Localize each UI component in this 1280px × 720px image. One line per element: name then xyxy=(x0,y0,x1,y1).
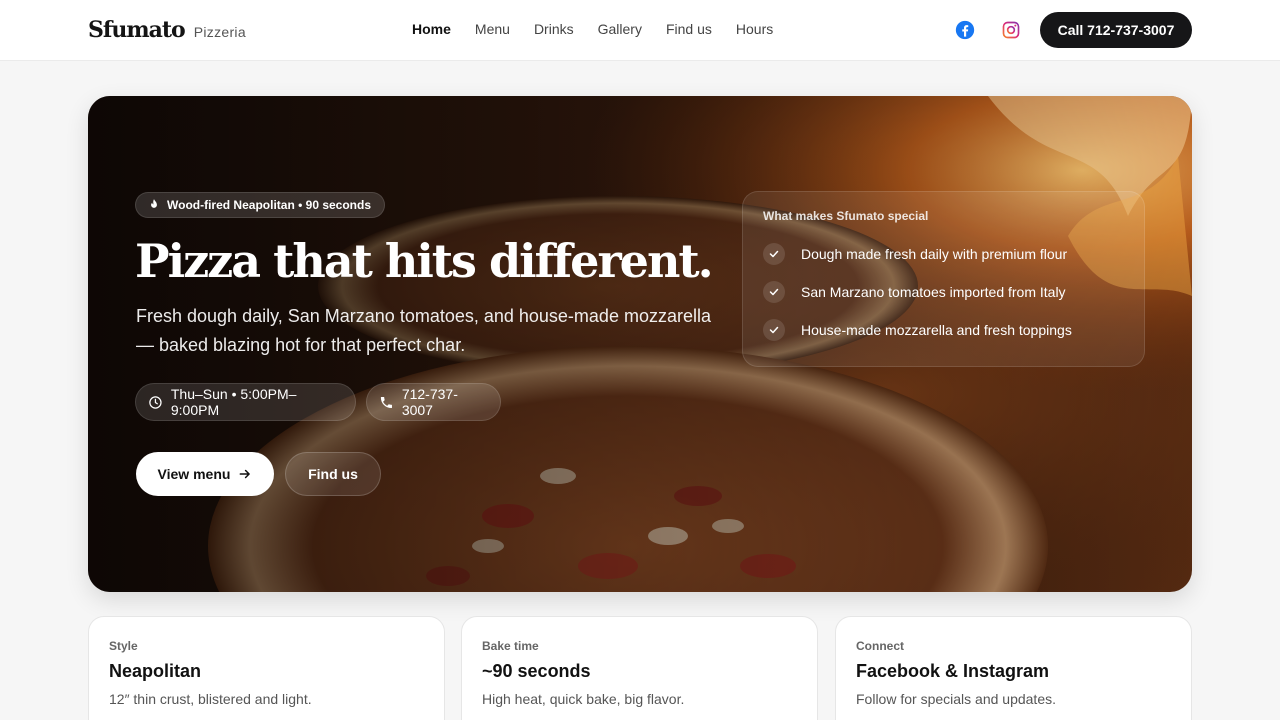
phone-text: 712-737-3007 xyxy=(401,386,458,418)
card-value: Facebook & Instagram xyxy=(856,661,1050,681)
nav-hours[interactable]: Hours xyxy=(736,21,773,37)
nav-drinks[interactable]: Drinks xyxy=(534,21,574,37)
special-item-text: House-made mozzarella and fresh toppings xyxy=(801,322,1072,338)
hero-subtitle: Fresh dough daily, San Marzano tomatoes,… xyxy=(136,306,711,355)
brand-tagline: Pizzeria xyxy=(193,24,246,40)
clock-icon xyxy=(149,395,162,409)
find-us-button[interactable]: Find us xyxy=(285,452,381,496)
brand-name: Sfumato xyxy=(88,17,186,43)
check-icon xyxy=(763,281,785,303)
phone-pill[interactable]: 712-737-3007 xyxy=(366,383,501,421)
hero-badge: Wood-fired Neapolitan • 90 seconds xyxy=(135,192,386,218)
card-value: Neapolitan xyxy=(109,661,202,681)
call-button[interactable]: Call 712-737-3007 xyxy=(1040,12,1192,48)
special-item: House-made mozzarella and fresh toppings xyxy=(763,319,1072,341)
hours-pill: Thu–Sun • 5:00PM–9:00PM xyxy=(135,383,356,421)
hero-title: Pizza that hits different. xyxy=(135,234,714,288)
card-description: High heat, quick bake, big flavor. xyxy=(482,691,685,707)
special-item-text: San Marzano tomatoes imported from Italy xyxy=(801,284,1066,300)
hero-badge-text: Wood-fired Neapolitan • 90 seconds xyxy=(167,198,372,212)
info-card-bake-time: Bake time ~90 seconds High heat, quick b… xyxy=(461,616,818,720)
brand[interactable]: Sfumato Pizzeria xyxy=(88,17,246,43)
special-title: What makes Sfumato special xyxy=(763,209,929,223)
special-item: San Marzano tomatoes imported from Italy xyxy=(763,281,1066,303)
flame-icon xyxy=(151,199,157,208)
special-item: Dough made fresh daily with premium flou… xyxy=(763,243,1067,265)
view-menu-label: View menu xyxy=(157,466,231,482)
arrow-right-icon xyxy=(240,469,251,479)
phone-icon xyxy=(380,396,392,408)
check-icon xyxy=(763,243,785,265)
card-label: Connect xyxy=(856,639,904,653)
nav-home[interactable]: Home xyxy=(412,21,451,37)
special-panel: What makes Sfumato special Dough made fr… xyxy=(742,191,1145,367)
card-description: Follow for specials and updates. xyxy=(856,691,1056,707)
site-header: Sfumato Pizzeria Home Menu Drinks Galler… xyxy=(0,0,1280,61)
nav-menu[interactable]: Menu xyxy=(475,21,510,37)
instagram-icon[interactable] xyxy=(1001,20,1021,40)
main-nav: Home Menu Drinks Gallery Find us Hours xyxy=(412,21,773,37)
view-menu-button[interactable]: View menu xyxy=(136,452,274,496)
card-description: 12″ thin crust, blistered and light. xyxy=(109,691,312,707)
info-card-style: Style Neapolitan 12″ thin crust, blister… xyxy=(88,616,445,720)
nav-gallery[interactable]: Gallery xyxy=(598,21,642,37)
card-label: Bake time xyxy=(482,639,539,653)
hero: Wood-fired Neapolitan • 90 seconds Pizza… xyxy=(88,96,1192,592)
card-label: Style xyxy=(109,639,138,653)
info-card-connect: Connect Facebook & Instagram Follow for … xyxy=(835,616,1192,720)
nav-find-us[interactable]: Find us xyxy=(666,21,712,37)
facebook-icon[interactable] xyxy=(955,20,975,40)
special-item-text: Dough made fresh daily with premium flou… xyxy=(801,246,1068,262)
hours-text: Thu–Sun • 5:00PM–9:00PM xyxy=(170,386,297,418)
check-icon xyxy=(763,319,785,341)
card-value: ~90 seconds xyxy=(482,661,591,681)
